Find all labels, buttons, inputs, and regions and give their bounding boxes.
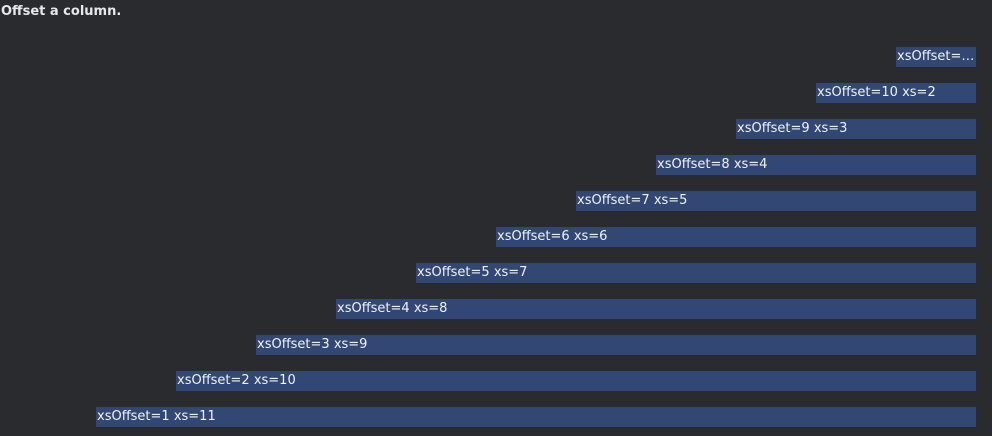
grid-col-offset-6: xsOffset=6 xs=6 [496, 227, 976, 247]
grid-col-offset-2: xsOffset=2 xs=10 [176, 371, 976, 391]
page-title: Offset a column. [1, 4, 122, 19]
grid-col-offset-8: xsOffset=8 xs=4 [656, 155, 976, 175]
offset-column-grid: xsOffset=11 xs=1 xsOffset=10 xs=2 xsOffset… [16, 47, 976, 427]
grid-row: xsOffset=7 xs=5 [16, 191, 976, 211]
grid-col-offset-7: xsOffset=7 xs=5 [576, 191, 976, 211]
grid-row: xsOffset=8 xs=4 [16, 155, 976, 175]
grid-row: xsOffset=2 xs=10 [16, 371, 976, 391]
grid-row: xsOffset=9 xs=3 [16, 119, 976, 139]
grid-row: xsOffset=3 xs=9 [16, 335, 976, 355]
grid-row: xsOffset=6 xs=6 [16, 227, 976, 247]
grid-col-offset-10: xsOffset=10 xs=2 [816, 83, 976, 103]
grid-row: xsOffset=1 xs=11 [16, 407, 976, 427]
grid-row: xsOffset=10 xs=2 [16, 83, 976, 103]
grid-row: xsOffset=5 xs=7 [16, 263, 976, 283]
grid-row: xsOffset=11 xs=1 [16, 47, 976, 67]
grid-col-offset-1: xsOffset=1 xs=11 [96, 407, 976, 427]
grid-col-offset-9: xsOffset=9 xs=3 [736, 119, 976, 139]
grid-col-offset-5: xsOffset=5 xs=7 [416, 263, 976, 283]
grid-col-offset-11: xsOffset=11 xs=1 [896, 47, 976, 67]
grid-col-offset-3: xsOffset=3 xs=9 [256, 335, 976, 355]
grid-row: xsOffset=4 xs=8 [16, 299, 976, 319]
grid-col-offset-4: xsOffset=4 xs=8 [336, 299, 976, 319]
